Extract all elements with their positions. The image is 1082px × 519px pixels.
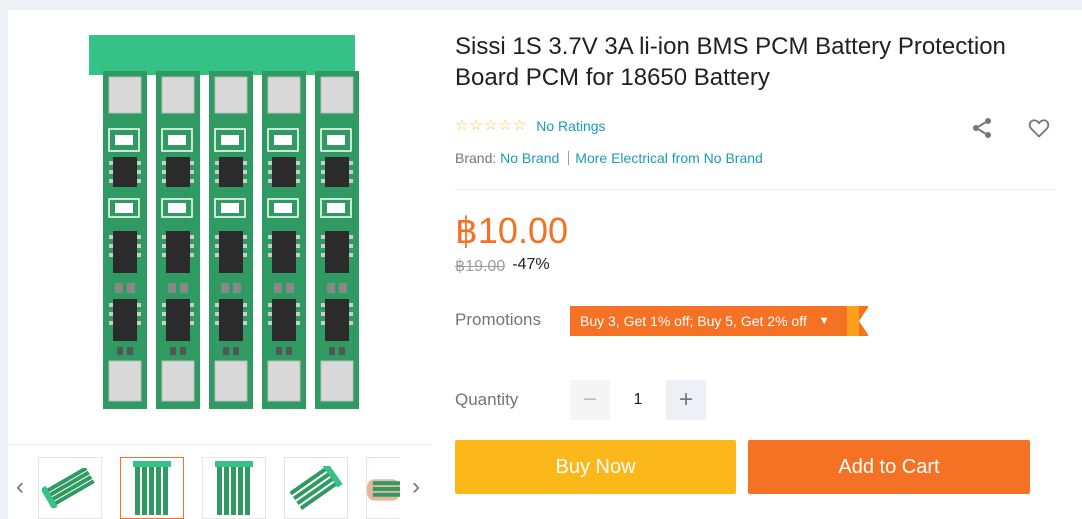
promotions-label: Promotions — [455, 310, 541, 329]
promotion-tag[interactable]: Buy 3, Get 1% off; Buy 5, Get 2% off ▼ — [570, 306, 869, 336]
pcb-strip — [262, 71, 306, 409]
pcb-strip — [209, 71, 253, 409]
quantity-label: Quantity — [455, 390, 519, 409]
thumbnail-image — [289, 466, 343, 510]
share-icon[interactable] — [970, 116, 994, 140]
add-to-cart-button[interactable]: Add to Cart — [748, 440, 1030, 494]
brand-label: Brand: — [455, 150, 497, 166]
promotion-tag-notch — [858, 306, 869, 336]
thumbnail-image — [367, 479, 400, 501]
main-product-image[interactable] — [8, 10, 430, 442]
thumbnail-4[interactable] — [284, 457, 348, 519]
pcb-illustration — [89, 35, 359, 409]
thumbnail-1[interactable] — [38, 457, 102, 519]
brand-link[interactable]: No Brand — [500, 150, 559, 166]
thumbnail-prev-arrow[interactable]: ‹ — [10, 472, 30, 502]
section-divider — [455, 189, 1056, 190]
thumbnail-5[interactable] — [366, 457, 400, 519]
discount-percent: -47% — [512, 256, 550, 273]
more-from-brand-link[interactable]: More Electrical from No Brand — [575, 150, 763, 166]
star-outline-icon: ☆ — [455, 117, 469, 134]
chevron-down-icon: ▼ — [818, 315, 830, 327]
buy-now-button[interactable]: Buy Now — [455, 440, 736, 494]
gallery-divider — [8, 444, 430, 445]
brand-row: Brand: No Brand More Electrical from No … — [455, 150, 763, 166]
quantity-decrease-button[interactable]: − — [570, 380, 610, 420]
price-original-row: ฿19.00 -47% — [455, 256, 550, 276]
brand-separator — [568, 151, 570, 165]
pcb-strip — [156, 71, 200, 409]
thumbnail-3[interactable] — [202, 457, 266, 519]
rating-row: ☆ ☆ ☆ ☆ ☆ No Ratings — [455, 118, 606, 135]
thumbnail-image — [42, 468, 95, 508]
promotion-tag-ribbon — [846, 306, 859, 336]
current-price: ฿10.00 — [455, 210, 568, 251]
promotion-text: Buy 3, Get 1% off; Buy 5, Get 2% off — [580, 313, 807, 329]
thumbnail-strip: ‹ › — [8, 454, 430, 519]
star-outline-icon: ☆ — [469, 117, 483, 134]
heart-icon[interactable] — [1027, 116, 1051, 140]
original-price: ฿19.00 — [455, 258, 506, 275]
product-title: Sissi 1S 3.7V 3A li-ion BMS PCM Battery … — [455, 33, 1006, 91]
quantity-input[interactable]: 1 — [610, 380, 666, 420]
no-ratings-link[interactable]: No Ratings — [536, 118, 605, 134]
thumbnail-2[interactable] — [120, 457, 184, 519]
thumbnail-next-arrow[interactable]: › — [406, 472, 426, 502]
star-outline-icon: ☆ — [483, 117, 498, 134]
pcb-strip — [315, 71, 359, 409]
quantity-increase-button[interactable]: + — [666, 380, 706, 420]
thumbnail-image — [133, 461, 171, 515]
thumbnail-image — [215, 461, 253, 515]
star-outline-icon: ☆ — [512, 117, 527, 134]
product-card: ‹ › Sissi 1S 3.7V 3A li-ion BMS PCM Batt… — [8, 10, 1082, 519]
star-outline-icon: ☆ — [498, 117, 512, 134]
rating-stars[interactable]: ☆ ☆ ☆ ☆ ☆ — [455, 118, 526, 134]
pcb-strip — [103, 71, 147, 409]
